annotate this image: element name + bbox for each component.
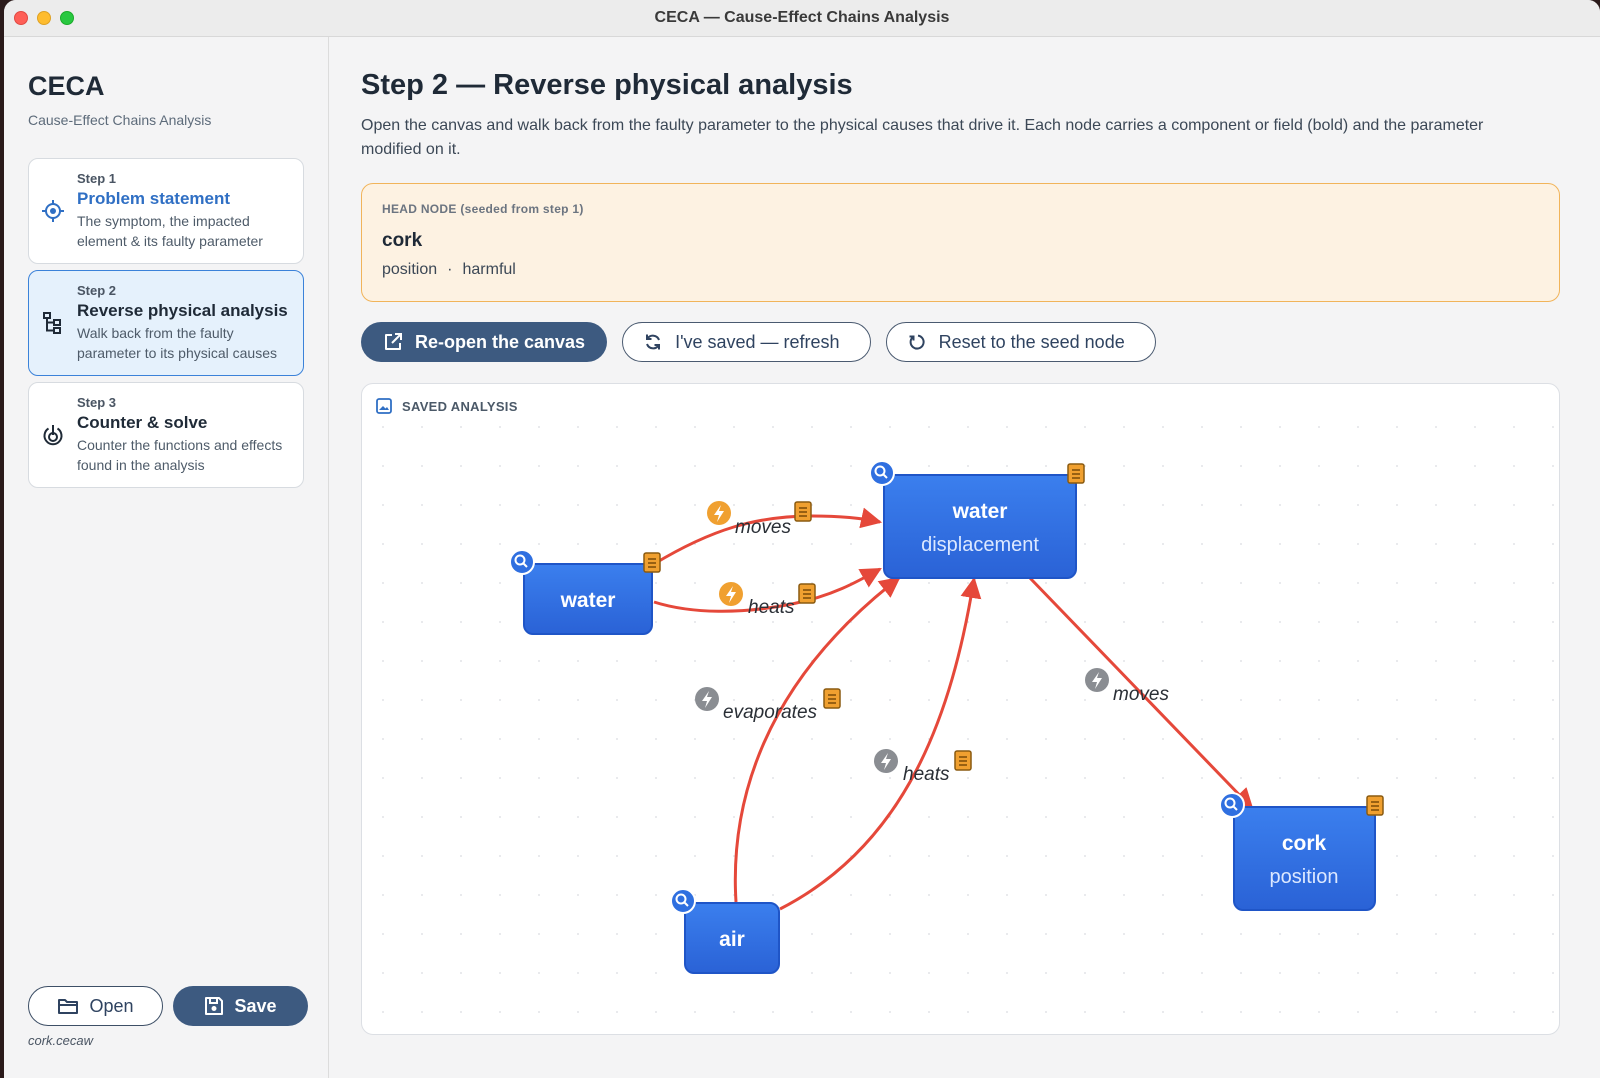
- note-icon[interactable]: [1067, 463, 1085, 484]
- refresh-icon: [646, 334, 661, 350]
- page-description: Open the canvas and walk back from the f…: [361, 117, 1484, 158]
- step-title: Problem statement: [77, 189, 231, 208]
- head-node-parameter: position: [382, 261, 438, 278]
- maximize-window-button[interactable]: [60, 11, 74, 25]
- image-icon: [376, 398, 392, 414]
- magnifier-icon[interactable]: [869, 460, 895, 486]
- tree-icon: [43, 312, 61, 334]
- current-file-name: cork.cecaw: [28, 1033, 94, 1048]
- page-title: Step 2 — Reverse physical analysis: [361, 69, 853, 101]
- step-title: Counter & solve: [77, 413, 208, 432]
- edge-label-text: moves: [1113, 684, 1169, 705]
- window-title: CECA — Cause-Effect Chains Analysis: [654, 9, 950, 26]
- head-node-card: HEAD NODE (seeded from step 1) cork posi…: [361, 183, 1560, 302]
- reopen-canvas-label: Re-open the canvas: [415, 331, 586, 352]
- magnifier-icon[interactable]: [1219, 792, 1245, 818]
- target-icon: [42, 200, 64, 222]
- floppy-disk-icon: [205, 997, 224, 1015]
- folder-icon: [58, 999, 79, 1014]
- title-bar: CECA — Cause-Effect Chains Analysis: [4, 0, 1600, 37]
- step-list: Step 1 Problem statement The symptom, th…: [28, 158, 304, 488]
- app-subtitle: Cause-Effect Chains Analysis: [28, 112, 212, 128]
- edge-label-text: heats: [903, 764, 950, 785]
- reopen-canvas-button[interactable]: Re-open the canvas: [361, 322, 608, 362]
- saved-analysis-header: SAVED ANALYSIS: [376, 398, 518, 414]
- external-link-icon: [385, 333, 402, 350]
- step-number: Step 2: [77, 283, 117, 298]
- app-name: CECA: [28, 71, 105, 101]
- file-buttons: Open Save: [28, 986, 308, 1026]
- step-item-reverse-analysis[interactable]: Step 2 Reverse physical analysis Walk ba…: [28, 270, 304, 376]
- node-water-displacement[interactable]: water displacement: [869, 460, 1085, 579]
- edge-label-text: evaporates: [723, 702, 818, 723]
- saved-analysis-panel: moves heats evaporates heats moves water…: [361, 383, 1560, 1035]
- save-button[interactable]: Save: [173, 986, 308, 1026]
- step-number: Step 1: [77, 171, 117, 186]
- window-controls: [14, 11, 74, 25]
- step-number: Step 3: [77, 395, 117, 410]
- close-window-button[interactable]: [14, 11, 28, 25]
- note-icon[interactable]: [1366, 795, 1384, 816]
- step-description: Walk back from the faulty parameter to i…: [77, 325, 277, 361]
- saved-analysis-label: SAVED ANALYSIS: [402, 398, 518, 414]
- reset-seed-label: Reset to the seed node: [938, 331, 1125, 352]
- canvas-actions: Re-open the canvas I've saved — refresh …: [361, 322, 1560, 362]
- sidebar: CECA Cause-Effect Chains Analysis Step 1…: [4, 37, 329, 1078]
- head-node-label: HEAD NODE (seeded from step 1): [382, 202, 584, 216]
- node-parameter: displacement: [921, 534, 1039, 556]
- magnifier-icon[interactable]: [670, 888, 696, 914]
- step-description: The symptom, the impacted element & its …: [77, 213, 263, 249]
- head-node-meta: position · harmful: [382, 261, 1539, 279]
- node-component: cork: [1282, 832, 1327, 855]
- node-parameter: position: [1270, 866, 1339, 888]
- head-node-separator: ·: [447, 261, 453, 278]
- refresh-label: I've saved — refresh: [675, 331, 840, 352]
- edge-label-text: moves: [735, 517, 791, 538]
- step-description: Counter the functions and effects found …: [77, 437, 283, 473]
- note-icon[interactable]: [643, 552, 661, 573]
- step-title: Reverse physical analysis: [77, 301, 288, 320]
- main-content: Step 2 — Reverse physical analysis Open …: [361, 37, 1560, 1078]
- minimize-window-button[interactable]: [37, 11, 51, 25]
- reset-icon: [909, 334, 925, 350]
- app-window: CECA — Cause-Effect Chains Analysis CECA…: [4, 0, 1600, 1078]
- analysis-diagram[interactable]: moves heats evaporates heats moves water…: [362, 384, 1560, 1035]
- edge-label-text: heats: [748, 597, 795, 618]
- open-button-label: Open: [89, 995, 134, 1016]
- refresh-button[interactable]: I've saved — refresh: [622, 322, 871, 362]
- node-cork-position[interactable]: cork position: [1219, 792, 1384, 911]
- step-item-problem-statement[interactable]: Step 1 Problem statement The symptom, th…: [28, 158, 304, 264]
- head-node-kind: harmful: [462, 261, 516, 278]
- reset-seed-button[interactable]: Reset to the seed node: [885, 322, 1156, 362]
- node-component: water: [560, 589, 616, 612]
- node-component: air: [719, 928, 745, 951]
- step-item-counter-solve[interactable]: Step 3 Counter & solve Counter the funct…: [28, 382, 304, 488]
- magnifier-icon[interactable]: [509, 549, 535, 575]
- open-button[interactable]: Open: [28, 986, 163, 1026]
- power-target-icon: [43, 425, 63, 446]
- save-button-label: Save: [234, 995, 277, 1016]
- head-node-name: cork: [382, 230, 423, 251]
- node-component: water: [952, 500, 1008, 523]
